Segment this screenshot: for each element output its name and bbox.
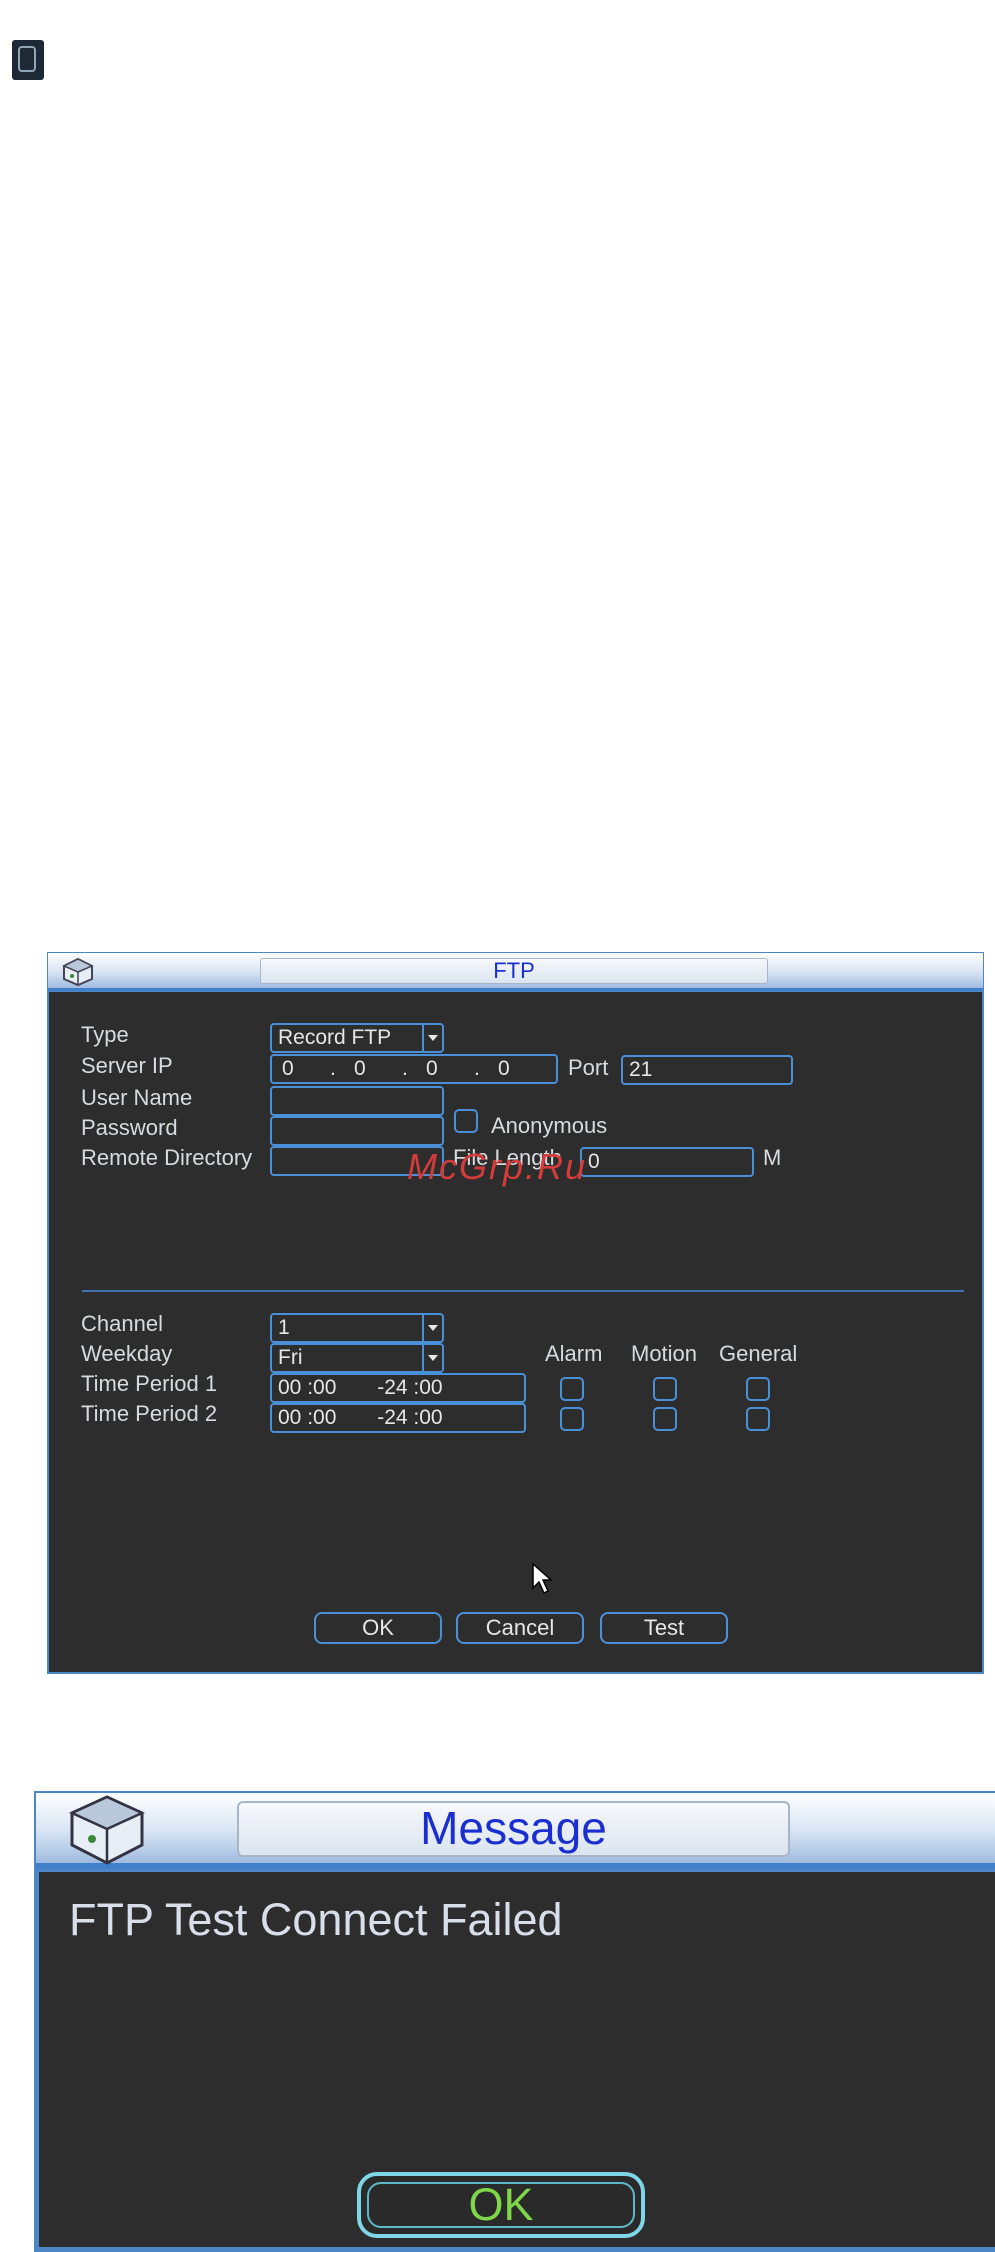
- window-icon: [12, 40, 44, 80]
- period-2-general-checkbox[interactable]: [746, 1407, 770, 1431]
- message-ok-label: OK: [468, 2179, 534, 2230]
- server-ip-label: Server IP: [81, 1053, 173, 1078]
- ip-dot: .: [330, 1057, 336, 1080]
- remote-directory-label: Remote Directory: [81, 1145, 253, 1170]
- weekday-select[interactable]: Fri: [270, 1343, 444, 1373]
- period-1-motion-checkbox[interactable]: [653, 1377, 677, 1401]
- anonymous-checkbox[interactable]: [454, 1109, 478, 1133]
- channel-select[interactable]: 1: [270, 1313, 444, 1343]
- message-ok-button[interactable]: OK: [357, 2172, 645, 2238]
- ftp-titlebar: FTP: [48, 953, 983, 991]
- file-length-field[interactable]: 0: [580, 1147, 754, 1177]
- motion-column-header: Motion: [631, 1341, 698, 1366]
- weekday-value: Fri: [278, 1346, 303, 1369]
- ftp-title: FTP: [260, 958, 768, 984]
- port-label: Port: [568, 1055, 609, 1080]
- anonymous-label: Anonymous: [491, 1113, 608, 1138]
- server-ip-field[interactable]: 0 . 0 . 0 . 0: [270, 1054, 558, 1084]
- ftp-body: Type Record FTP Server IP 0 . 0 . 0 . 0 …: [48, 991, 983, 1673]
- type-value: Record FTP: [278, 1026, 392, 1049]
- section-divider: [82, 1290, 964, 1292]
- ip-octet-2[interactable]: 0: [354, 1056, 366, 1082]
- message-text: FTP Test Connect Failed: [69, 1894, 563, 1945]
- cancel-button[interactable]: Cancel: [456, 1612, 584, 1644]
- settings-cube-icon: [62, 957, 94, 987]
- period-2-motion-checkbox[interactable]: [653, 1407, 677, 1431]
- password-label: Password: [81, 1115, 178, 1140]
- ip-octet-3[interactable]: 0: [426, 1056, 438, 1082]
- period-2-alarm-checkbox[interactable]: [560, 1407, 584, 1431]
- password-field[interactable]: [270, 1116, 444, 1146]
- time-period-1-label: Time Period 1: [81, 1371, 218, 1396]
- ip-dot: .: [474, 1057, 480, 1080]
- ip-dot: .: [402, 1057, 408, 1080]
- ip-octet-1[interactable]: 0: [282, 1056, 294, 1082]
- test-button[interactable]: Test: [600, 1612, 728, 1644]
- period-1-alarm-checkbox[interactable]: [560, 1377, 584, 1401]
- type-select[interactable]: Record FTP: [270, 1023, 444, 1053]
- time-period-2-label: Time Period 2: [81, 1401, 218, 1426]
- time-period-2-field[interactable]: 00 :00 -24 :00: [270, 1403, 526, 1433]
- ok-button[interactable]: OK: [314, 1612, 442, 1644]
- weekday-label: Weekday: [81, 1341, 173, 1366]
- user-name-label: User Name: [81, 1085, 193, 1110]
- type-label: Type: [81, 1022, 129, 1047]
- mouse-cursor-icon: [532, 1562, 553, 1595]
- ip-octet-4[interactable]: 0: [498, 1056, 510, 1082]
- chevron-down-icon[interactable]: [422, 1315, 442, 1341]
- channel-value: 1: [278, 1316, 290, 1339]
- general-column-header: General: [719, 1341, 798, 1366]
- channel-label: Channel: [81, 1311, 163, 1336]
- port-field[interactable]: 21: [621, 1055, 793, 1085]
- file-length-unit: M: [763, 1145, 782, 1170]
- message-dialog: Message FTP Test Connect Failed OK: [34, 1791, 995, 2252]
- watermark: McGrp.Ru: [407, 1146, 588, 1187]
- chevron-down-icon[interactable]: [422, 1345, 442, 1371]
- message-body: FTP Test Connect Failed OK: [36, 1869, 995, 2250]
- ftp-dialog: FTP Type Record FTP Server IP 0 . 0 . 0 …: [47, 952, 984, 1674]
- alarm-column-header: Alarm: [545, 1341, 603, 1366]
- user-name-field[interactable]: [270, 1086, 444, 1116]
- message-titlebar: Message: [36, 1793, 995, 1869]
- chevron-down-icon[interactable]: [422, 1025, 442, 1051]
- time-period-1-field[interactable]: 00 :00 -24 :00: [270, 1373, 526, 1403]
- settings-cube-icon: [68, 1795, 146, 1865]
- period-1-general-checkbox[interactable]: [746, 1377, 770, 1401]
- message-title: Message: [237, 1801, 790, 1857]
